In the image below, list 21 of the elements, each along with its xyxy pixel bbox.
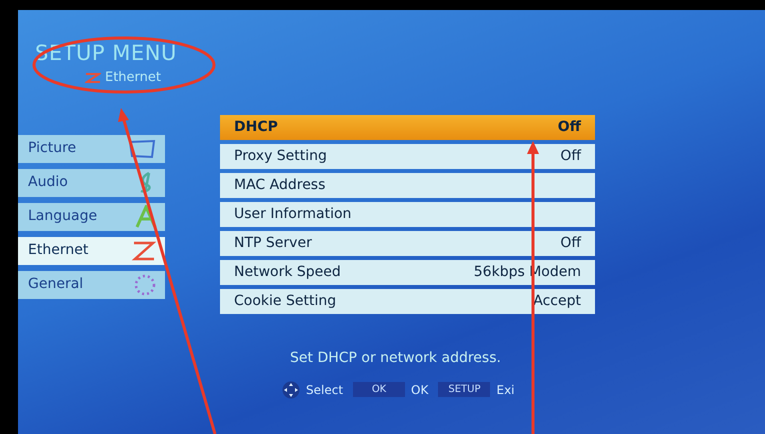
hint-label: Exi <box>496 382 515 398</box>
screen-icon <box>127 138 157 158</box>
setting-row[interactable]: DHCP Off <box>220 114 595 140</box>
remote-key: SETUP <box>438 382 490 397</box>
setting-row[interactable]: Proxy Setting Off <box>220 144 595 168</box>
hint-label: Select <box>306 382 344 398</box>
hint-label: OK <box>411 382 428 398</box>
category-item[interactable]: Ethernet <box>18 236 165 264</box>
dotted-circle-icon <box>133 272 157 296</box>
category-item[interactable]: Audio <box>18 168 165 196</box>
setting-row[interactable]: NTP Server Off <box>220 230 595 256</box>
menu-subtitle: Ethernet <box>105 69 161 87</box>
setting-row[interactable]: User Information <box>220 202 595 226</box>
help-text: Set DHCP or network address. <box>290 348 502 368</box>
setting-row[interactable]: MAC Address <box>220 172 595 198</box>
category-item[interactable]: Language <box>18 202 165 230</box>
category-item[interactable]: General <box>18 270 165 298</box>
remote-key: OK <box>353 382 406 397</box>
setting-row[interactable]: Cookie Setting Accept <box>220 288 595 314</box>
dpad-icon <box>282 380 300 398</box>
category-item[interactable]: Picture <box>18 134 165 162</box>
